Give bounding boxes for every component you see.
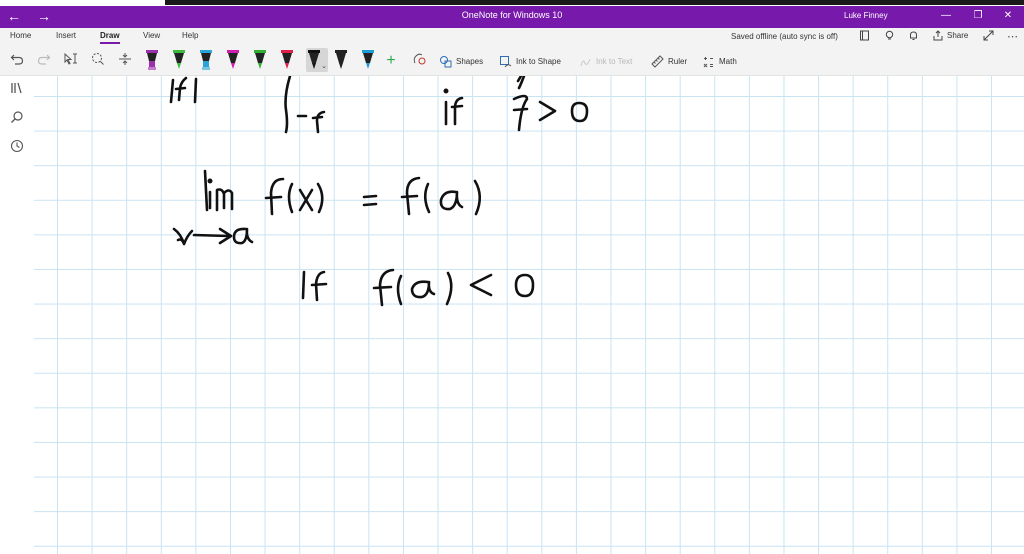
ink-line-1: [169, 76, 589, 134]
lasso-select-icon[interactable]: [89, 52, 107, 70]
pen-icon: [173, 50, 185, 69]
pen-6-button[interactable]: [279, 48, 295, 72]
expand-icon[interactable]: [983, 30, 994, 44]
share-icon: [933, 30, 943, 41]
pen-icon: [227, 50, 239, 69]
pen-5-button[interactable]: [252, 48, 268, 72]
tab-home[interactable]: Home: [10, 31, 31, 40]
ruler-label: Ruler: [668, 56, 688, 66]
ribbon-tabs: Home Insert Draw View Help Saved offline…: [0, 28, 1024, 46]
pen-icon: [146, 50, 158, 70]
shapes-icon: [440, 55, 452, 67]
ink-to-text-icon: [580, 58, 591, 66]
handwriting-ink: [169, 76, 589, 307]
bell-icon[interactable]: [908, 30, 919, 44]
recent-notes-icon[interactable]: [9, 139, 25, 155]
pen-icon: [254, 50, 266, 69]
ruler-button[interactable]: Ruler: [651, 53, 687, 69]
pen-3-highlighter-button[interactable]: [198, 48, 214, 72]
note-canvas[interactable]: [34, 76, 1024, 554]
pen-icon: [308, 50, 320, 69]
sync-status: Saved offline (auto sync is off): [731, 32, 838, 41]
redo-icon[interactable]: [35, 52, 53, 70]
shapes-label: Shapes: [456, 56, 484, 66]
math-button[interactable]: Math: [702, 53, 737, 69]
add-space-icon[interactable]: [116, 52, 134, 70]
type-select-icon[interactable]: [62, 52, 80, 70]
draw-toolbar: ⌄ + Shapes Ink to Shape Ink to Text Rule…: [0, 46, 1024, 76]
more-options-icon[interactable]: ⋯: [1007, 30, 1018, 43]
ruler-icon: [651, 54, 664, 68]
ink-to-text-label: Ink to Text: [596, 56, 633, 66]
tab-view[interactable]: View: [143, 31, 160, 40]
pen-1-highlighter-button[interactable]: [144, 48, 160, 72]
add-pen-icon[interactable]: +: [382, 52, 400, 70]
ink-line-3: [301, 268, 535, 307]
ink-to-text-button[interactable]: Ink to Text: [579, 53, 632, 69]
pen-options-chevron-icon[interactable]: ⌄: [321, 62, 327, 70]
pen-8-button[interactable]: [333, 48, 349, 72]
undo-icon[interactable]: [8, 52, 26, 70]
pen-icon: [281, 50, 293, 69]
notebooks-icon[interactable]: [9, 81, 25, 97]
title-bar: ← → OneNote for Windows 10 Luke Finney —…: [0, 6, 1024, 28]
ink-to-shape-label: Ink to Shape: [516, 56, 561, 66]
tab-help[interactable]: Help: [182, 31, 198, 40]
ink-to-shape-icon: [500, 55, 512, 67]
pen-7-button[interactable]: ⌄: [306, 48, 328, 72]
search-icon[interactable]: [9, 110, 25, 126]
top-dark-bar: [165, 0, 1024, 5]
close-icon[interactable]: ✕: [1000, 8, 1016, 24]
tab-insert[interactable]: Insert: [56, 31, 76, 40]
ink-line-2: [203, 169, 482, 216]
minimize-icon[interactable]: —: [938, 8, 954, 24]
shapes-button[interactable]: Shapes: [439, 53, 483, 69]
pen-4-button[interactable]: [225, 48, 241, 72]
tab-draw[interactable]: Draw: [100, 31, 120, 44]
notebook-icon[interactable]: [859, 30, 870, 44]
pen-icon: [335, 50, 347, 69]
math-label: Math: [719, 56, 737, 66]
pen-icon: [362, 50, 374, 69]
pen-9-button[interactable]: [360, 48, 376, 72]
ink-subscript: [172, 227, 254, 246]
share-button[interactable]: Share: [933, 30, 968, 41]
restore-icon[interactable]: ❐: [970, 8, 986, 24]
ink-replay-icon[interactable]: [410, 52, 428, 70]
share-label: Share: [947, 31, 969, 40]
user-name[interactable]: Luke Finney: [844, 11, 888, 20]
left-sidebar: [0, 76, 34, 554]
lightbulb-icon[interactable]: [884, 30, 895, 44]
pen-icon: [200, 50, 212, 70]
pen-2-button[interactable]: [171, 48, 187, 72]
math-icon: [703, 56, 713, 67]
ink-to-shape-button[interactable]: Ink to Shape: [499, 53, 561, 69]
